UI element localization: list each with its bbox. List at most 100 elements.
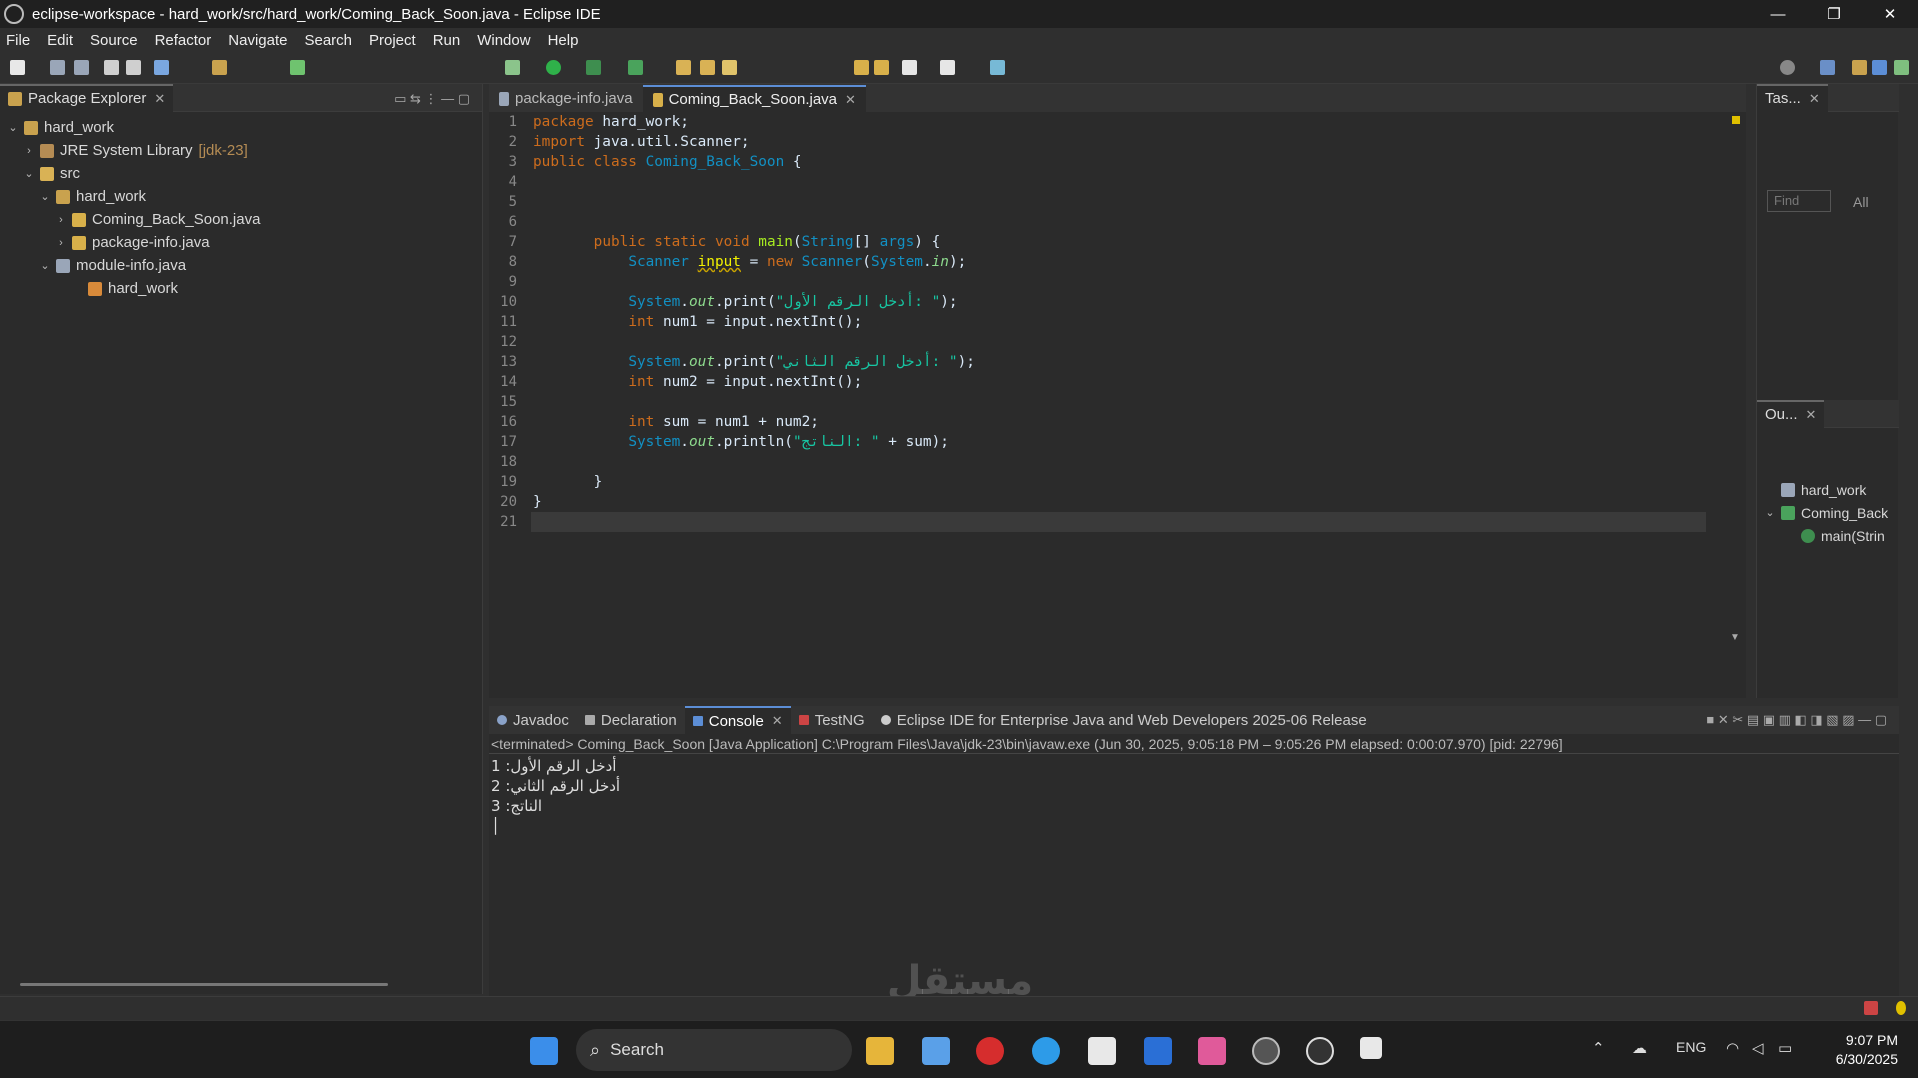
forward-icon[interactable] bbox=[874, 60, 889, 75]
close-icon[interactable]: ✕ bbox=[772, 713, 783, 729]
save-icon[interactable] bbox=[50, 60, 65, 75]
close-icon[interactable]: ✕ bbox=[1806, 407, 1817, 423]
close-icon[interactable]: ✕ bbox=[1809, 91, 1820, 107]
file-explorer-icon[interactable] bbox=[866, 1037, 894, 1065]
vertical-scrollbar[interactable] bbox=[1883, 754, 1899, 980]
menu-refactor[interactable]: Refactor bbox=[155, 32, 212, 49]
horizontal-scrollbar[interactable] bbox=[20, 983, 388, 986]
battery-icon[interactable]: ▭ bbox=[1778, 1039, 1792, 1057]
tab-testng[interactable]: TestNG bbox=[791, 706, 873, 734]
run-icon[interactable] bbox=[546, 60, 561, 75]
clock[interactable]: 9:07 PM 6/30/2025 bbox=[1836, 1031, 1898, 1069]
back-icon[interactable] bbox=[854, 60, 869, 75]
notepad-icon[interactable] bbox=[1088, 1037, 1116, 1065]
save-all-icon[interactable] bbox=[74, 60, 89, 75]
package-new-icon[interactable] bbox=[212, 60, 227, 75]
debug-icon[interactable] bbox=[505, 60, 520, 75]
tray-overflow-icon[interactable]: ⌃ bbox=[1592, 1039, 1605, 1057]
tab-package-info[interactable]: package-info.java bbox=[489, 85, 643, 112]
task-find-input[interactable]: Find bbox=[1767, 190, 1831, 212]
terminal-icon[interactable] bbox=[990, 60, 1005, 75]
menu-run[interactable]: Run bbox=[433, 32, 461, 49]
menu-project[interactable]: Project bbox=[369, 32, 416, 49]
tab-console[interactable]: Console ✕ bbox=[684, 706, 791, 734]
console-output[interactable]: أدخل الرقم الأول: 1 أدخل الرقم الثاني: 2… bbox=[489, 754, 1899, 836]
tab-package-explorer[interactable]: Package Explorer ✕ bbox=[0, 83, 174, 112]
snipping-icon[interactable] bbox=[1360, 1037, 1382, 1059]
scroll-down-icon[interactable]: ▼ bbox=[1730, 632, 1740, 643]
expand-icon[interactable]: ⌄ bbox=[22, 167, 36, 180]
open-type-icon[interactable] bbox=[154, 60, 169, 75]
tree-item[interactable]: ⌄ module-info.java bbox=[0, 254, 482, 277]
menu-window[interactable]: Window bbox=[477, 32, 530, 49]
menu-source[interactable]: Source bbox=[90, 32, 138, 49]
app-icon[interactable] bbox=[1144, 1037, 1172, 1065]
close-icon[interactable]: ✕ bbox=[154, 91, 165, 107]
prev-edit-icon[interactable] bbox=[902, 60, 917, 75]
refresh-icon[interactable] bbox=[290, 60, 305, 75]
expand-icon[interactable]: ⌄ bbox=[6, 121, 20, 134]
tree-item[interactable]: hard_work bbox=[0, 277, 482, 300]
expand-icon[interactable]: ⌄ bbox=[38, 259, 52, 272]
m365-icon[interactable] bbox=[1198, 1037, 1226, 1065]
outline-item[interactable]: main(Strin bbox=[1757, 524, 1899, 547]
outline-item[interactable]: hard_work bbox=[1757, 478, 1899, 501]
store-icon[interactable] bbox=[922, 1037, 950, 1065]
next-edit-icon[interactable] bbox=[940, 60, 955, 75]
tab-release-info[interactable]: Eclipse IDE for Enterprise Java and Web … bbox=[873, 706, 1375, 734]
java-perspective-icon[interactable] bbox=[1872, 60, 1887, 75]
expand-icon[interactable]: › bbox=[54, 214, 68, 226]
menu-edit[interactable]: Edit bbox=[47, 32, 73, 49]
tip-icon[interactable] bbox=[1896, 1001, 1906, 1015]
close-button[interactable]: ✕ bbox=[1862, 0, 1918, 28]
onedrive-icon[interactable]: ☁ bbox=[1632, 1039, 1647, 1057]
menu-navigate[interactable]: Navigate bbox=[228, 32, 287, 49]
console-toolbar-icons[interactable]: ■ ✕ ✂ ▤ ▣ ▥ ◧ ◨ ▧ ▨ — ▢ bbox=[1706, 712, 1887, 728]
debug-perspective-icon[interactable] bbox=[1894, 60, 1909, 75]
external-tools-icon[interactable] bbox=[628, 60, 643, 75]
undo-icon[interactable] bbox=[104, 60, 119, 75]
taskbar-search[interactable]: ⌕ Search bbox=[576, 1029, 852, 1071]
expand-icon[interactable]: ⌄ bbox=[38, 190, 52, 203]
open-project-icon[interactable] bbox=[700, 60, 715, 75]
code-area[interactable]: package hard_work; import java.util.Scan… bbox=[531, 112, 1706, 652]
tree-item[interactable]: ⌄ hard_work bbox=[0, 185, 482, 208]
java-ee-perspective-icon[interactable] bbox=[1852, 60, 1867, 75]
tree-item[interactable]: ⌄ hard_work bbox=[0, 116, 482, 139]
menu-search[interactable]: Search bbox=[304, 32, 352, 49]
notification-icon[interactable] bbox=[1864, 1001, 1878, 1015]
tree-item[interactable]: › Coming_Back_Soon.java bbox=[0, 208, 482, 231]
new-icon[interactable] bbox=[10, 60, 25, 75]
windows-start-icon[interactable] bbox=[530, 1037, 558, 1065]
coverage-icon[interactable] bbox=[586, 60, 601, 75]
open-folder-icon[interactable] bbox=[676, 60, 691, 75]
tab-outline[interactable]: Ou... ✕ bbox=[1757, 399, 1825, 428]
tab-declaration[interactable]: Declaration bbox=[577, 706, 685, 734]
tree-item[interactable]: › package-info.java bbox=[0, 231, 482, 254]
search-icon[interactable] bbox=[1780, 60, 1795, 75]
expand-icon[interactable]: › bbox=[54, 237, 68, 249]
eclipse-taskbar-icon[interactable] bbox=[1252, 1037, 1280, 1065]
tab-coming-back-soon[interactable]: Coming_Back_Soon.java ✕ bbox=[642, 85, 866, 112]
vertical-scrollbar[interactable]: ▲ ▼ bbox=[1726, 112, 1746, 672]
wifi-icon[interactable]: ◠ bbox=[1726, 1039, 1739, 1057]
tree-item[interactable]: ⌄ src bbox=[0, 162, 482, 185]
edge-icon[interactable] bbox=[1032, 1037, 1060, 1065]
edit-icon[interactable] bbox=[722, 60, 737, 75]
expand-icon[interactable]: › bbox=[22, 145, 36, 157]
minimize-button[interactable]: — bbox=[1750, 0, 1806, 28]
tab-javadoc[interactable]: Javadoc bbox=[489, 706, 577, 734]
volume-icon[interactable]: ◁ bbox=[1752, 1039, 1764, 1057]
task-all-link[interactable]: All bbox=[1853, 194, 1869, 210]
menu-help[interactable]: Help bbox=[548, 32, 579, 49]
outline-item[interactable]: ⌄ Coming_Back bbox=[1757, 501, 1899, 524]
horizontal-scrollbar[interactable] bbox=[531, 674, 1706, 690]
perspective-icon[interactable] bbox=[1820, 60, 1835, 75]
language-indicator[interactable]: ENG bbox=[1676, 1039, 1706, 1055]
close-icon[interactable]: ✕ bbox=[845, 92, 856, 108]
menu-file[interactable]: File bbox=[6, 32, 30, 49]
redo-icon[interactable] bbox=[126, 60, 141, 75]
chatgpt-icon[interactable] bbox=[1306, 1037, 1334, 1065]
view-menu-icon[interactable]: ▭ ⇆ ⋮ — ▢ bbox=[394, 91, 470, 107]
tab-task-list[interactable]: Tas... ✕ bbox=[1757, 83, 1828, 112]
